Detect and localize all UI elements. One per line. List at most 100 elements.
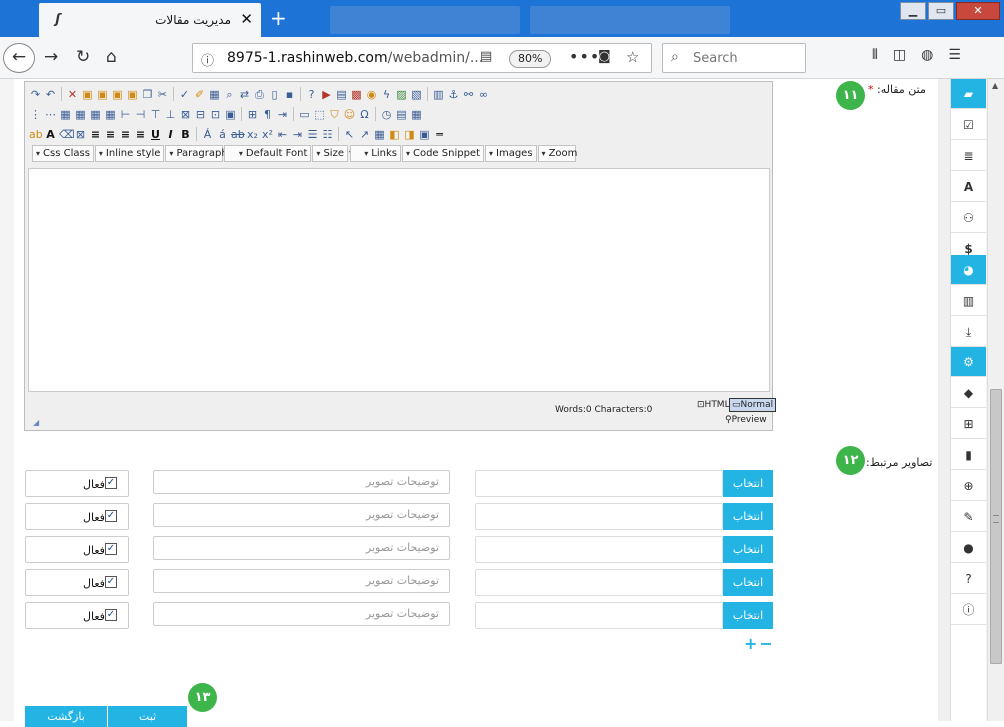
- search-plus-icon[interactable]: ⊕: [951, 471, 986, 501]
- info-icon[interactable]: ⓘ: [951, 595, 986, 625]
- select-image-button[interactable]: انتخاب: [723, 470, 773, 497]
- download-icon[interactable]: ⤓: [951, 317, 986, 347]
- image-description-input[interactable]: توضیحات تصویر: [153, 503, 450, 527]
- font-color-icon[interactable]: A: [44, 128, 57, 141]
- size-dropdown[interactable]: Size: [312, 145, 348, 162]
- table-icon[interactable]: ▦: [104, 108, 117, 121]
- insert-template-icon[interactable]: ▥: [432, 88, 445, 101]
- home-button[interactable]: ⌂: [106, 45, 117, 69]
- users-icon[interactable]: ⚇: [951, 203, 986, 233]
- settings-gear-icon[interactable]: ⚙: [951, 347, 986, 377]
- flash-icon[interactable]: ϟ: [380, 88, 393, 101]
- css-class-dropdown[interactable]: Css Class: [32, 145, 94, 162]
- bar-chart-icon[interactable]: ▥: [951, 286, 986, 316]
- absolute-position-icon[interactable]: ◧: [388, 128, 401, 141]
- active-toggle[interactable]: فعال ✓: [25, 602, 129, 629]
- paste-icon[interactable]: ▣: [81, 88, 94, 101]
- redo-icon[interactable]: ↷: [29, 88, 42, 101]
- indent-icon[interactable]: ⇥: [291, 128, 304, 141]
- add-row-button[interactable]: +: [744, 634, 759, 653]
- italic-icon[interactable]: I: [164, 128, 177, 141]
- emoticon-icon[interactable]: ☺: [343, 108, 356, 121]
- date-time-icon[interactable]: ◷: [380, 108, 393, 121]
- highlight-color-icon[interactable]: ab: [29, 128, 43, 141]
- back-button[interactable]: ←: [3, 43, 35, 73]
- pocket-icon[interactable]: ◙: [598, 49, 611, 64]
- paragraph-dropdown[interactable]: Paragraph: [165, 145, 228, 162]
- spellcheck-icon[interactable]: ✓: [178, 88, 191, 101]
- folder-icon[interactable]: ▰: [951, 79, 986, 109]
- copy-icon[interactable]: ❐: [141, 88, 154, 101]
- fullscreen-icon[interactable]: ▣: [418, 128, 431, 141]
- links-dropdown[interactable]: Links: [349, 145, 401, 162]
- eraser-icon[interactable]: ⌫: [59, 128, 75, 141]
- active-tab[interactable]: ʃ مدیریت مقالات ✕: [39, 3, 261, 37]
- delete-icon[interactable]: ✕: [66, 88, 79, 101]
- underline-icon[interactable]: U: [149, 128, 162, 141]
- subscript-icon[interactable]: x₂: [246, 128, 259, 141]
- column-icon[interactable]: ⋯: [44, 108, 57, 121]
- active-toggle[interactable]: فعال ✓: [25, 536, 129, 563]
- page-scrollbar[interactable]: ▲: [987, 79, 1004, 721]
- undo-icon[interactable]: ↶: [44, 88, 57, 101]
- bullet-list-icon[interactable]: ☰: [306, 128, 319, 141]
- replace-icon[interactable]: ⇄: [238, 88, 251, 101]
- help-icon[interactable]: ?: [305, 88, 318, 101]
- ltr-icon[interactable]: ⇥: [276, 108, 289, 121]
- format-painter-icon[interactable]: ✐: [193, 88, 206, 101]
- anchor-icon[interactable]: ⚓: [447, 88, 460, 101]
- file-icon[interactable]: ▮: [951, 440, 986, 470]
- new-document-icon[interactable]: ▯: [268, 88, 281, 101]
- images-dropdown[interactable]: Images: [485, 145, 537, 162]
- bookmark-star-icon[interactable]: ☆: [626, 48, 639, 66]
- sidebar-toggle-icon[interactable]: ◫: [893, 47, 906, 63]
- image-path-input[interactable]: [475, 503, 723, 530]
- image-path-input[interactable]: [475, 536, 723, 563]
- code-snippet-dropdown[interactable]: Code Snippet: [401, 145, 484, 162]
- preview-mode-button[interactable]: ⚲Preview: [725, 415, 767, 425]
- wrench-icon[interactable]: ✎: [951, 502, 986, 532]
- windows-icon[interactable]: ⊞: [951, 409, 986, 439]
- insert-col-icon[interactable]: ⊤: [149, 108, 162, 121]
- inline-style-dropdown[interactable]: Inline style: [94, 145, 165, 162]
- save-icon[interactable]: ▪: [283, 88, 296, 101]
- form-icon[interactable]: ▤: [335, 88, 348, 101]
- outdent-icon[interactable]: ⇤: [276, 128, 289, 141]
- font-icon[interactable]: A: [951, 172, 986, 202]
- align-left-icon[interactable]: ≡: [134, 128, 147, 141]
- link-icon[interactable]: ∞: [477, 88, 490, 101]
- active-checkbox[interactable]: ✓: [105, 510, 117, 522]
- reload-button[interactable]: ↻: [76, 45, 90, 69]
- list-icon[interactable]: ≣: [951, 141, 986, 171]
- youtube-icon[interactable]: ▶: [320, 88, 333, 101]
- image-description-input[interactable]: توضیحات تصویر: [153, 569, 450, 593]
- show-borders-icon[interactable]: ▦: [373, 128, 386, 141]
- layer-icon[interactable]: ⬚: [313, 108, 326, 121]
- print-icon[interactable]: ⎙: [253, 88, 266, 101]
- forward-button[interactable]: →: [44, 45, 58, 69]
- normal-mode-button[interactable]: ▭Normal: [729, 398, 777, 412]
- align-right-icon[interactable]: ≡: [104, 128, 117, 141]
- upper-case-icon[interactable]: Á: [201, 128, 214, 141]
- active-checkbox[interactable]: ✓: [105, 477, 117, 489]
- table-props-icon[interactable]: ▣: [224, 108, 237, 121]
- bookmark-icon[interactable]: ⛉: [328, 108, 341, 121]
- zoom-level[interactable]: 80%: [509, 50, 552, 68]
- editor-content-area[interactable]: [28, 168, 770, 392]
- active-toggle[interactable]: فعال ✓: [25, 569, 129, 596]
- background-tab[interactable]: [330, 6, 520, 34]
- search-box[interactable]: ⌕: [662, 43, 806, 73]
- table-row-icon[interactable]: ▦: [74, 108, 87, 121]
- unlink-icon[interactable]: ⚯: [462, 88, 475, 101]
- help-icon[interactable]: ?: [951, 564, 986, 594]
- active-checkbox[interactable]: ✓: [105, 543, 117, 555]
- active-toggle[interactable]: فعال ✓: [25, 470, 129, 497]
- z-index-icon[interactable]: ◨: [403, 128, 416, 141]
- paste-text-icon[interactable]: ▣: [96, 88, 109, 101]
- align-center-icon[interactable]: ≡: [119, 128, 132, 141]
- image-description-input[interactable]: توضیحات تصویر: [153, 602, 450, 626]
- insert-image-icon[interactable]: ▧: [410, 88, 423, 101]
- scrollbar-thumb[interactable]: [990, 389, 1002, 664]
- textbox-icon[interactable]: ▭: [298, 108, 311, 121]
- search-input[interactable]: [693, 49, 799, 67]
